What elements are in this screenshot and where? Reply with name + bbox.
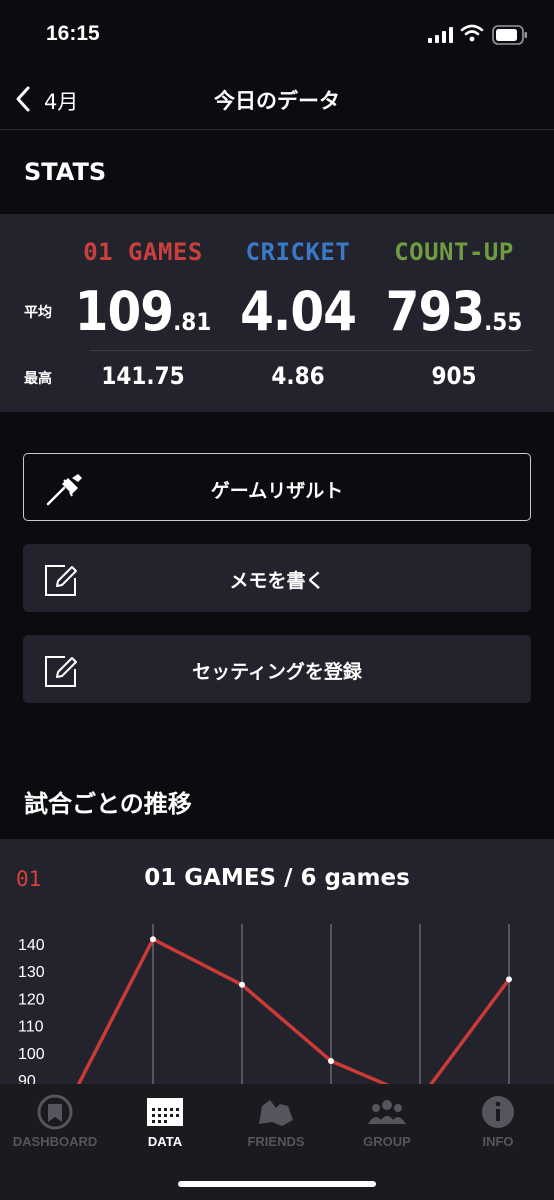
status-bar: 16:15 [0,0,554,70]
chart-y-tick-label: 90 [18,1073,36,1084]
tab-data[interactable]: DATA [110,1084,220,1164]
stats-divider [90,350,532,351]
info-icon [482,1096,514,1128]
tab-data-label: DATA [147,1134,183,1149]
home-indicator [178,1181,376,1187]
chart-y-tick-label: 110 [18,1019,44,1036]
tab-group-label: GROUP [363,1134,411,1149]
tab-dashboard-label: DASHBOARD [12,1134,98,1149]
game-result-button[interactable]: ゲームリザルト [23,453,531,521]
register-setting-label: セッティングを登録 [192,661,362,683]
tab-info[interactable]: INFO [443,1084,553,1164]
trend-chart-panel: 01 01 GAMES / 6 games 140 130 120 110 100 90 [0,839,554,1084]
avg-row-label: 平均 [24,305,52,321]
friends-icon [259,1100,293,1126]
data-calendar-icon [147,1098,183,1126]
chart-y-tick-label: 100 [18,1046,45,1063]
chart-data-point [150,936,156,943]
chart-data-point [328,1057,334,1064]
nav-bar: 4月 今日のデータ [0,70,554,130]
tab-group[interactable]: GROUP [332,1084,442,1164]
avg-cricket: 4.04 [240,280,357,343]
write-memo-button[interactable]: メモを書く [23,544,531,612]
write-memo-label: メモを書く [229,570,325,592]
max-row-label: 最高 [24,371,52,387]
game-result-label: ゲームリザルト [210,480,344,502]
stat-header-cricket: CRICKET [245,238,351,266]
chart-data-point [506,976,512,983]
group-icon [368,1100,406,1124]
chart-y-tick-label: 130 [18,964,45,981]
max-count-up: 905 [431,362,477,390]
chart-series-line [76,937,511,1084]
battery-icon [492,25,527,45]
dashboard-icon [37,1094,73,1130]
status-time: 16:15 [46,22,100,45]
signal-icon [428,27,453,43]
max-01-games: 141.75 [101,362,185,390]
chart-y-tick-label: 120 [18,991,45,1008]
stats-panel: 01 GAMES CRICKET COUNT-UP 平均 109.81 4.04… [0,214,554,412]
avg-count-up: 793.55 [385,280,523,343]
wifi-icon [460,24,484,42]
stat-header-count-up: COUNT-UP [394,238,514,266]
stats-section-title: STATS [24,158,107,186]
trend-line-chart: 140 130 120 110 100 90 [18,924,512,1084]
chart-y-tick-label: 140 [18,937,45,954]
page-title: 今日のデータ [214,89,340,113]
stat-header-01-games: 01 GAMES [83,238,203,266]
tab-friends-label: FRIENDS [247,1134,305,1149]
tab-friends[interactable]: FRIENDS [221,1084,331,1164]
register-setting-button[interactable]: セッティングを登録 [23,635,531,703]
trend-section-title: 試合ごとの推移 [24,790,192,818]
avg-01-games: 109.81 [74,280,212,343]
max-cricket: 4.86 [271,362,325,390]
tab-dashboard[interactable]: DASHBOARD [0,1084,110,1164]
tab-info-label: INFO [482,1134,514,1149]
chart-data-point [239,981,245,988]
